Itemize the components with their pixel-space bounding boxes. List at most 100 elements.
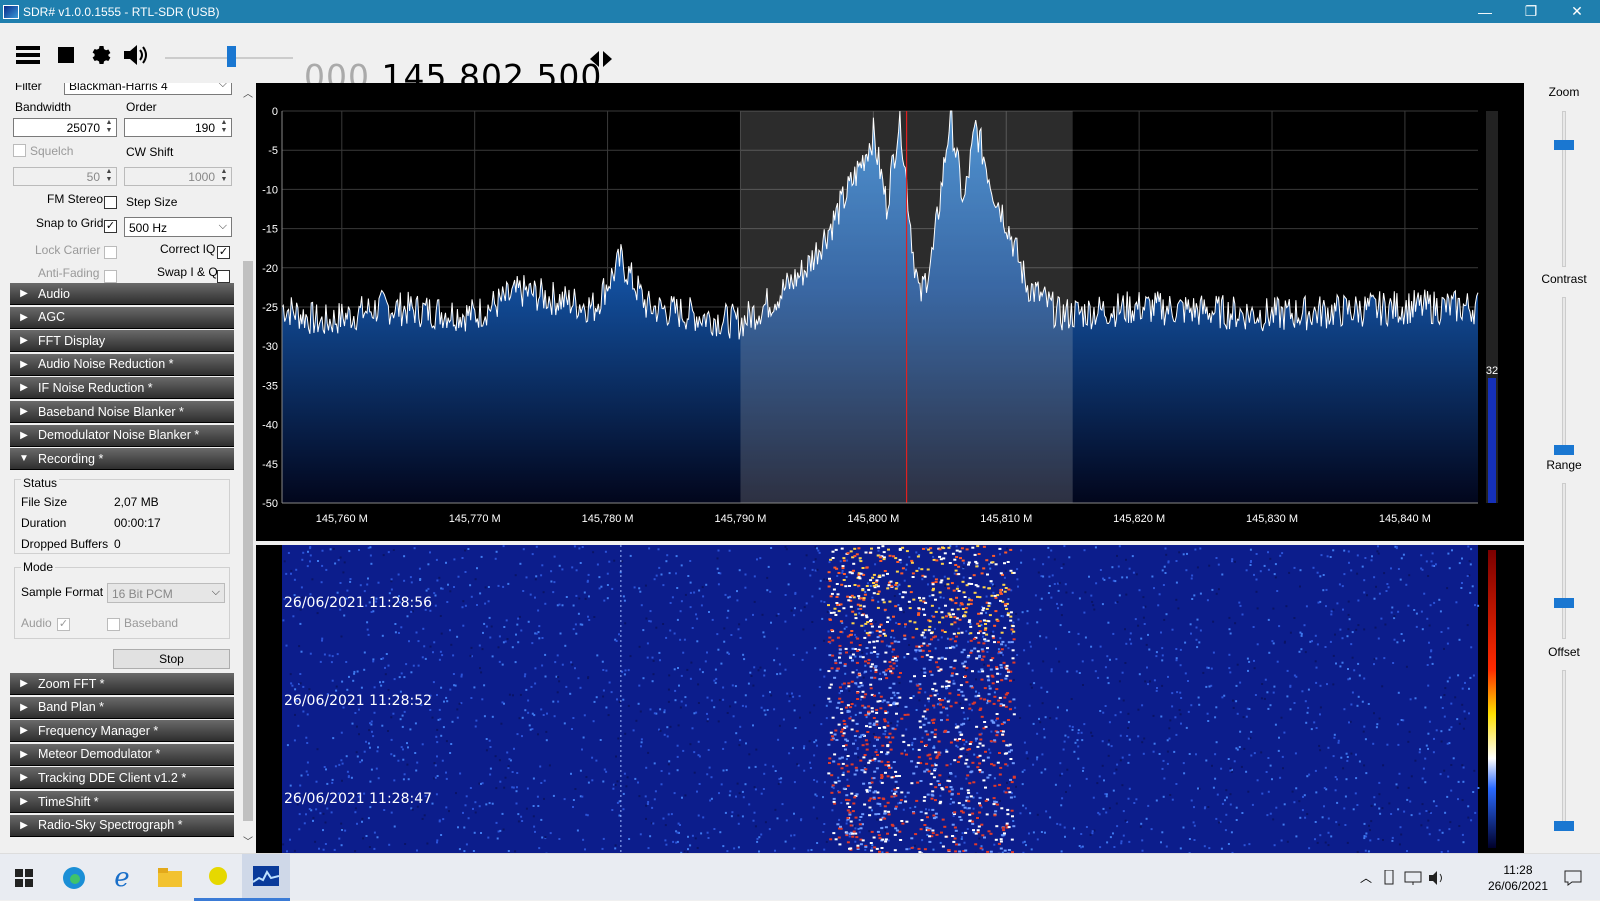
order-input[interactable]: 190▲▼: [124, 118, 232, 137]
swapiq-checkbox[interactable]: [217, 270, 230, 283]
tune-arrows-icon[interactable]: [588, 47, 614, 71]
gear-icon[interactable]: [88, 43, 114, 67]
clock-date: 26/06/2021: [1488, 878, 1548, 894]
triangle-right-icon: ▶: [10, 678, 38, 689]
section-header-frequency-manager[interactable]: ▶Frequency Manager *: [10, 720, 234, 742]
section-header-label: FFT Display: [38, 334, 105, 348]
x-tick-label: 145,840 M: [1379, 513, 1431, 525]
section-header-recording[interactable]: ▼Recording *: [10, 448, 234, 470]
sampleformat-value: 16 Bit PCM: [112, 587, 173, 601]
volume-slider[interactable]: [165, 53, 293, 63]
close-button[interactable]: ✕: [1554, 0, 1600, 23]
volume-tray-icon[interactable]: [1426, 854, 1448, 901]
triangle-right-icon: ▶: [10, 288, 38, 299]
section-header-meteor-demodulator[interactable]: ▶Meteor Demodulator *: [10, 744, 234, 766]
system-clock[interactable]: 11:28 26/06/2021: [1488, 862, 1548, 894]
speaker-icon[interactable]: [122, 43, 150, 67]
duration-label: Duration: [21, 516, 66, 530]
offset-slider-thumb[interactable]: [1554, 821, 1574, 831]
order-label: Order: [126, 100, 157, 114]
sampleformat-select[interactable]: 16 Bit PCM⌵: [107, 583, 225, 603]
section-header-timeshift[interactable]: ▶TimeShift *: [10, 791, 234, 813]
contrast-slider-thumb[interactable]: [1554, 445, 1574, 455]
filter-label: Filter: [15, 83, 42, 93]
maximize-button[interactable]: ❐: [1508, 0, 1554, 23]
scroll-up-icon[interactable]: ︿: [243, 85, 253, 100]
windows-start-icon[interactable]: [0, 854, 48, 901]
file-explorer-icon[interactable]: [146, 854, 194, 901]
spectrum-chart[interactable]: 0-5-10-15-20-25-30-35-40-45-50145,760 M1…: [256, 83, 1524, 541]
section-header-zoom-fft[interactable]: ▶Zoom FFT *: [10, 673, 234, 695]
network-icon[interactable]: [1402, 854, 1424, 901]
offset-slider[interactable]: [1562, 670, 1566, 826]
y-tick-label: -35: [262, 380, 278, 392]
fmstereo-checkbox[interactable]: [104, 196, 117, 209]
notifications-icon[interactable]: [1560, 854, 1586, 901]
volume-slider-thumb[interactable]: [227, 46, 236, 67]
waterfall-timestamp: 26/06/2021 11:28:47: [284, 791, 432, 807]
level-bar-fill: [1488, 378, 1496, 503]
duration-value: 00:00:17: [114, 516, 161, 530]
section-header-label: Meteor Demodulator *: [38, 747, 160, 761]
waterfall-display[interactable]: 26/06/2021 11:28:5626/06/2021 11:28:5226…: [256, 545, 1524, 853]
spinner-arrows-icon[interactable]: ▲▼: [218, 168, 230, 185]
spinner-arrows-icon[interactable]: ▲▼: [218, 119, 230, 136]
y-tick-label: -30: [262, 341, 278, 353]
section-header-if-noise-reduction[interactable]: ▶IF Noise Reduction *: [10, 377, 234, 399]
filesize-value: 2,07 MB: [114, 495, 159, 509]
filter-select[interactable]: Blackman-Harris 4⌵: [64, 83, 232, 95]
scrollbar-thumb[interactable]: [243, 261, 253, 821]
audio-record-checkbox[interactable]: ✓: [57, 618, 70, 631]
contrast-slider[interactable]: [1562, 297, 1566, 453]
spectrum-analyzer[interactable]: 0-5-10-15-20-25-30-35-40-45-50145,760 M1…: [256, 83, 1524, 541]
section-header-baseband-noise-blanker[interactable]: ▶Baseband Noise Blanker *: [10, 401, 234, 423]
lockcarrier-checkbox[interactable]: [104, 246, 117, 259]
cwshift-input[interactable]: 1000▲▼: [124, 167, 232, 186]
baseband-record-label: Baseband: [124, 616, 178, 630]
section-header-label: IF Noise Reduction *: [38, 381, 153, 395]
baseband-record-checkbox[interactable]: [107, 618, 120, 631]
sdr-taskbar-icon[interactable]: [242, 854, 290, 901]
internet-explorer-icon[interactable]: e: [98, 854, 146, 901]
usb-device-icon[interactable]: [1379, 854, 1399, 901]
x-tick-label: 145,830 M: [1246, 513, 1298, 525]
waterfall-chart[interactable]: 26/06/2021 11:28:5626/06/2021 11:28:5226…: [256, 545, 1524, 853]
section-header-tracking-dde-client-v1-2[interactable]: ▶Tracking DDE Client v1.2 *: [10, 767, 234, 789]
spinner-arrows-icon[interactable]: ▲▼: [103, 119, 115, 136]
section-header-fft-display[interactable]: ▶FFT Display: [10, 330, 234, 352]
triangle-right-icon: ▶: [10, 312, 38, 323]
spinner-arrows-icon[interactable]: ▲▼: [103, 168, 115, 185]
antifading-checkbox[interactable]: [104, 270, 117, 283]
tray-chevron-up-icon[interactable]: ︿: [1356, 854, 1376, 901]
section-header-audio[interactable]: ▶Audio: [10, 283, 234, 305]
stepsize-select[interactable]: 500 Hz⌵: [124, 217, 232, 237]
range-slider[interactable]: [1562, 483, 1566, 639]
left-panel-scrollbar[interactable]: ︿ ﹀: [241, 83, 255, 853]
recording-stop-button[interactable]: Stop: [113, 649, 230, 669]
snap-checkbox[interactable]: ✓: [104, 220, 117, 233]
scroll-down-icon[interactable]: ﹀: [243, 833, 253, 848]
sampleformat-label: Sample Format: [21, 585, 103, 599]
bandwidth-input[interactable]: 25070▲▼: [13, 118, 117, 137]
stop-icon[interactable]: [55, 43, 77, 67]
correctiq-checkbox[interactable]: ✓: [217, 246, 230, 259]
section-header-radio-sky-spectrograph[interactable]: ▶Radio-Sky Spectrograph *: [10, 815, 234, 837]
filter-select-value: Blackman-Harris 4: [69, 83, 168, 93]
minimize-button[interactable]: —: [1462, 0, 1508, 23]
triangle-right-icon: ▶: [10, 430, 38, 441]
zoom-slider-thumb[interactable]: [1554, 140, 1574, 150]
squelch-input[interactable]: 50▲▼: [13, 167, 117, 186]
range-slider-thumb[interactable]: [1554, 598, 1574, 608]
squelch-value: 50: [87, 170, 100, 184]
squelch-checkbox[interactable]: [13, 144, 26, 157]
section-header-demodulator-noise-blanker[interactable]: ▶Demodulator Noise Blanker *: [10, 425, 234, 447]
edge-browser-icon[interactable]: [50, 854, 98, 901]
section-header-band-plan[interactable]: ▶Band Plan *: [10, 697, 234, 719]
section-header-audio-noise-reduction[interactable]: ▶Audio Noise Reduction *: [10, 354, 234, 376]
sdr-app-icon: [3, 5, 19, 19]
section-header-agc[interactable]: ▶AGC: [10, 307, 234, 329]
zoom-slider[interactable]: [1562, 111, 1566, 267]
app-yellow-ball-icon[interactable]: [194, 854, 242, 901]
dropped-buffers-value: 0: [114, 537, 121, 551]
menu-icon[interactable]: [14, 43, 42, 67]
